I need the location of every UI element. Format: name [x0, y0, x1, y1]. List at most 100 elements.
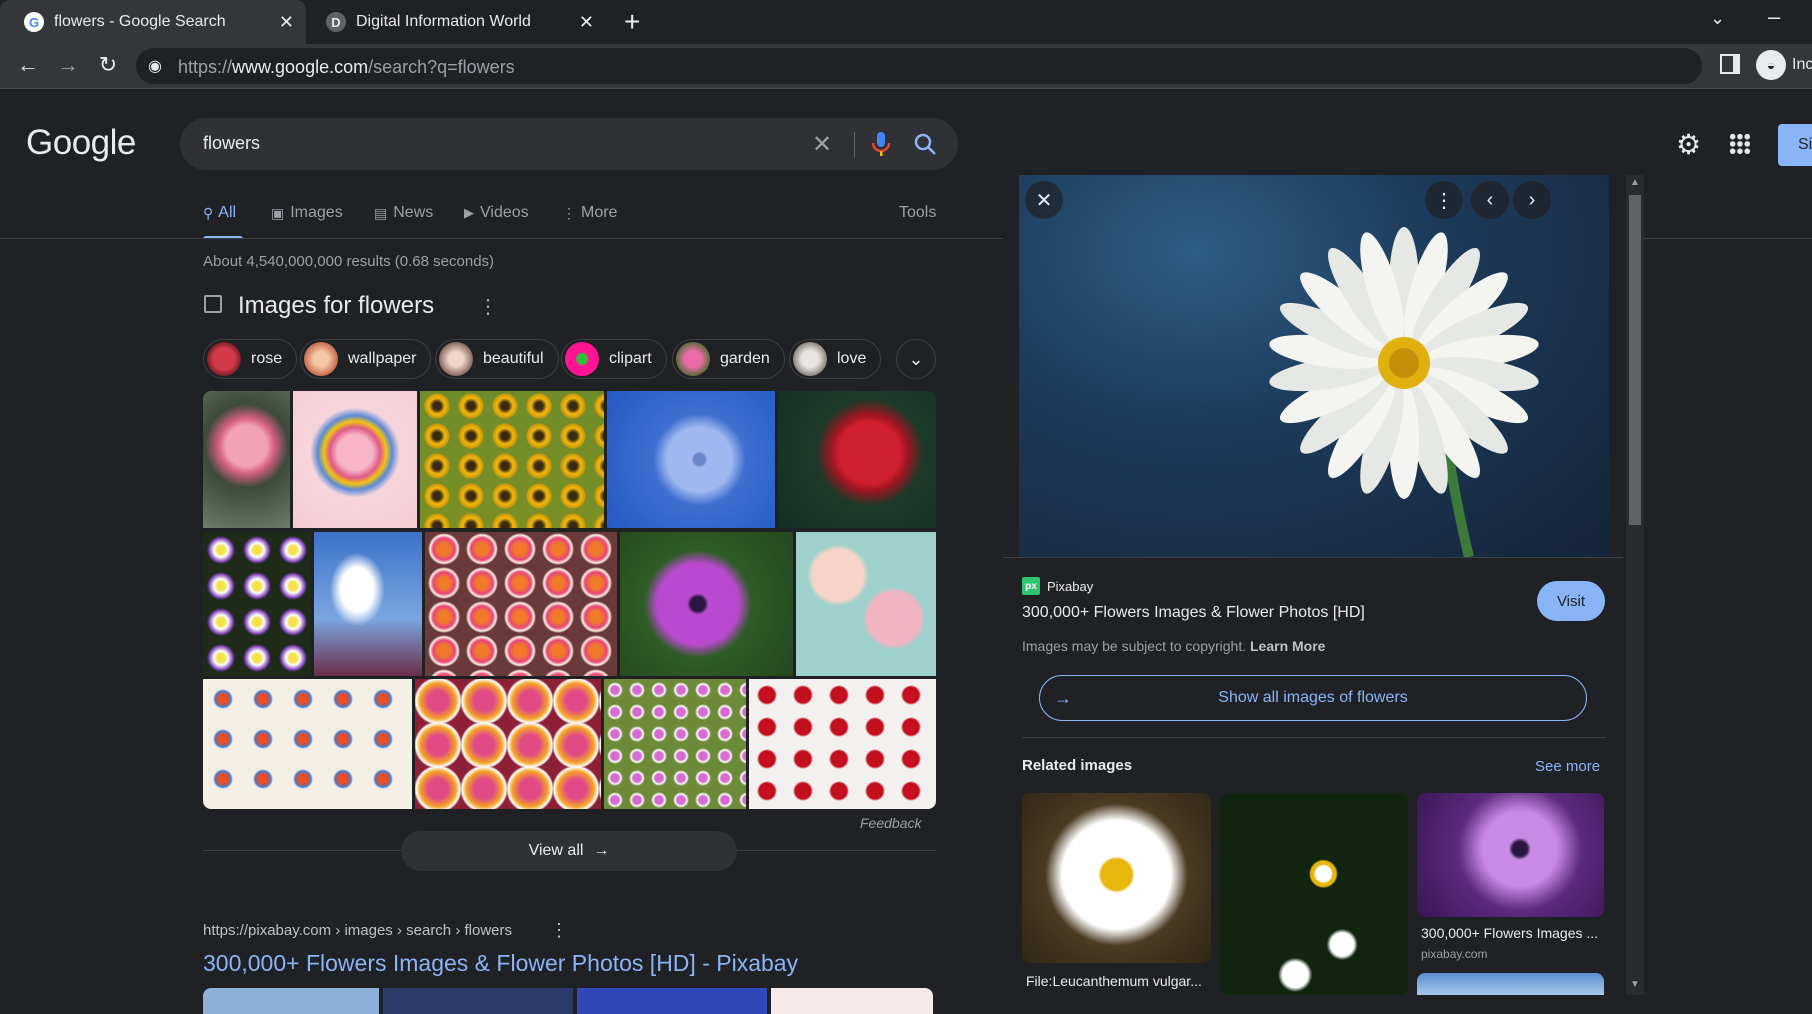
close-tab-icon[interactable]: ✕: [279, 12, 294, 33]
chip-love[interactable]: love: [789, 339, 882, 379]
incognito-icon[interactable]: ◒: [1756, 50, 1786, 80]
feedback-link[interactable]: Feedback: [860, 815, 921, 831]
clear-search-icon[interactable]: ✕: [812, 130, 832, 159]
daisy-illustration: [1269, 227, 1539, 557]
more-options-icon[interactable]: ⋮: [478, 294, 498, 319]
more-vert-icon: ⋮: [562, 204, 576, 221]
image-result-purple-daisy[interactable]: [620, 532, 793, 676]
minimize-icon[interactable]: –: [1768, 4, 1780, 30]
preview-title[interactable]: 300,000+ Flowers Images & Flower Photos …: [1022, 604, 1365, 622]
tab-more[interactable]: ⋮ More: [562, 204, 617, 222]
tools-button[interactable]: Tools: [899, 204, 936, 222]
apps-grid-icon[interactable]: [1729, 133, 1751, 155]
next-image-button[interactable]: ›: [1513, 181, 1551, 219]
tab-news[interactable]: ▤ News: [374, 204, 433, 222]
image-result-blue-daisy[interactable]: [607, 391, 775, 528]
preview-image-white-daisy[interactable]: ✕ ⋮ ‹ ›: [1019, 175, 1609, 557]
chip-rose[interactable]: rose: [203, 339, 298, 379]
related-source: pixabay.com: [1421, 947, 1488, 961]
related-caption[interactable]: File:Leucanthemum vulgar...: [1026, 973, 1206, 989]
tab-search-icon[interactable]: ⌄: [1710, 8, 1725, 29]
related-caption[interactable]: 300,000+ Flowers Images ...: [1421, 925, 1601, 941]
search-icon[interactable]: [913, 132, 937, 156]
image-result-flower-illustrations[interactable]: [203, 679, 412, 809]
view-all-button[interactable]: View all →: [401, 831, 737, 871]
related-image-daisies-dark[interactable]: [1220, 793, 1408, 995]
chip-thumbnail: [304, 342, 338, 376]
panel-scrollbar[interactable]: ▲ ▼: [1626, 175, 1644, 995]
images-section-icon: [204, 295, 222, 313]
google-logo[interactable]: Google: [26, 123, 136, 163]
image-result-rose-bouquet[interactable]: [415, 679, 601, 809]
search-box[interactable]: flowers ✕: [180, 118, 958, 170]
address-bar[interactable]: ◉ https://www.google.com/search?q=flower…: [136, 48, 1702, 84]
arrow-right-icon: →: [1054, 687, 1072, 708]
scroll-up-icon[interactable]: ▲: [1630, 177, 1640, 188]
previous-image-button[interactable]: ‹: [1471, 181, 1509, 219]
image-result-pastel-dahlias[interactable]: [796, 532, 936, 676]
related-divider: [1022, 737, 1606, 738]
news-icon: ▤: [374, 204, 388, 221]
tab-all[interactable]: ⚲ All: [203, 204, 236, 222]
image-result-sky-flowers[interactable]: [314, 532, 422, 676]
settings-gear-icon[interactable]: ⚙: [1676, 128, 1701, 161]
source-name[interactable]: Pixabay: [1047, 579, 1093, 594]
result-thumbnail-strip: [203, 988, 933, 1014]
image-icon: ▣: [271, 204, 285, 221]
search-input[interactable]: flowers: [203, 133, 260, 154]
browser-tab-bar: G flowers - Google Search ✕ D Digital In…: [0, 0, 1812, 44]
result-stats: About 4,540,000,000 results (0.68 second…: [203, 253, 495, 270]
result-breadcrumb[interactable]: https://pixabay.com › images › search › …: [203, 922, 512, 939]
related-image-daisy[interactable]: [1022, 793, 1211, 963]
related-images-title: Related images: [1022, 757, 1133, 774]
sign-in-button[interactable]: Si: [1778, 124, 1812, 166]
image-result-red-dahlia[interactable]: [778, 391, 936, 528]
tab-videos[interactable]: ▶ Videos: [464, 204, 529, 222]
back-button[interactable]: ←: [13, 52, 43, 78]
pixabay-logo-icon: px: [1022, 577, 1040, 595]
image-result-red-petals[interactable]: [749, 679, 936, 809]
image-result-heart-flowers[interactable]: [293, 391, 417, 528]
site-info-icon[interactable]: ◉: [148, 56, 162, 76]
scrollbar-thumb[interactable]: [1629, 195, 1641, 525]
chip-garden[interactable]: garden: [672, 339, 785, 379]
tab-images[interactable]: ▣ Images: [271, 204, 343, 222]
see-more-link[interactable]: See more: [1535, 758, 1600, 775]
learn-more-link[interactable]: Learn More: [1250, 638, 1325, 654]
images-section-title[interactable]: Images for flowers: [238, 292, 434, 320]
preview-more-options-icon[interactable]: ⋮: [1425, 181, 1463, 219]
image-result-cosmos-field[interactable]: [604, 679, 746, 809]
close-preview-button[interactable]: ✕: [1025, 181, 1063, 219]
video-icon: ▶: [464, 205, 474, 220]
reload-button[interactable]: ↻: [93, 52, 123, 78]
show-all-images-button[interactable]: → Show all images of flowers: [1039, 675, 1587, 721]
chip-beautiful[interactable]: beautiful: [435, 339, 559, 379]
tab-flowers-search[interactable]: G flowers - Google Search ✕: [0, 0, 306, 44]
image-result-flower-collage[interactable]: [203, 532, 311, 676]
voice-search-icon[interactable]: [870, 130, 892, 158]
tab-digital-information-world[interactable]: D Digital Information World ✕: [308, 0, 606, 44]
site-favicon-icon: D: [326, 12, 346, 32]
forward-button[interactable]: →: [53, 52, 83, 78]
visit-button[interactable]: Visit: [1537, 581, 1605, 621]
copyright-notice: Images may be subject to copyright. Lear…: [1022, 638, 1326, 654]
browser-toolbar: ← → ↻ ◉ https://www.google.com/search?q=…: [0, 44, 1812, 89]
related-image-sky[interactable]: [1417, 973, 1604, 995]
image-result-mixed-bouquet[interactable]: [425, 532, 617, 676]
scroll-down-icon[interactable]: ▼: [1630, 979, 1640, 990]
new-tab-button[interactable]: +: [624, 6, 640, 38]
image-result-sunflower-field[interactable]: [420, 391, 604, 528]
image-result-pink-rose[interactable]: [203, 391, 290, 528]
related-image-purple-daisy[interactable]: [1417, 793, 1604, 917]
url-text: https://www.google.com/search?q=flowers: [178, 57, 515, 77]
chip-wallpaper[interactable]: wallpaper: [300, 339, 432, 379]
tab-title: Digital Information World: [356, 13, 531, 30]
result-title-link[interactable]: 300,000+ Flowers Images & Flower Photos …: [203, 950, 798, 977]
chip-thumbnail: [439, 342, 473, 376]
side-panel-icon[interactable]: [1720, 54, 1740, 74]
chip-clipart[interactable]: clipart: [561, 339, 667, 379]
close-tab-icon[interactable]: ✕: [579, 12, 594, 33]
result-more-options-icon[interactable]: ⋮: [550, 920, 568, 941]
chip-thumbnail: [676, 342, 710, 376]
expand-chips-button[interactable]: ⌄: [896, 339, 936, 379]
